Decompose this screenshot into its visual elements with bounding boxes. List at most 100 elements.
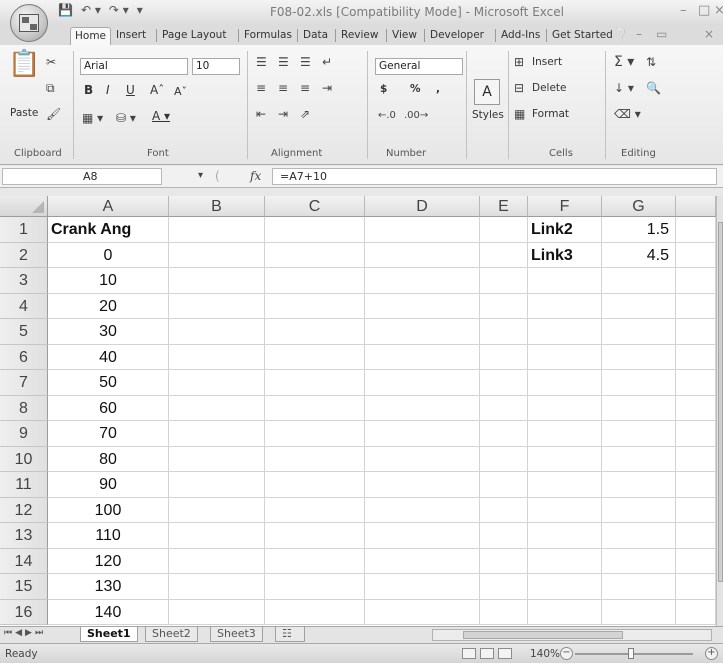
cell-h16[interactable] [676, 599, 716, 625]
zoom-level[interactable]: 140% [530, 648, 560, 660]
tab-review[interactable]: Review [337, 27, 382, 45]
name-box-dropdown-icon[interactable]: ▾ [198, 169, 203, 183]
cell-h13[interactable] [676, 523, 716, 549]
cell-f15[interactable] [528, 574, 602, 600]
redo-icon[interactable]: ↷ ▾ [109, 3, 129, 17]
align-middle-icon[interactable]: ☰ [278, 55, 289, 69]
cell-e12[interactable] [480, 497, 528, 523]
cell-e5[interactable] [480, 319, 528, 345]
cell-f16[interactable] [528, 599, 602, 625]
cell-b13[interactable] [169, 523, 265, 549]
cell-h6[interactable] [676, 344, 716, 370]
cell-a5[interactable]: 30 [48, 319, 169, 345]
cell-h10[interactable] [676, 446, 716, 472]
office-button[interactable] [10, 4, 48, 42]
cell-g15[interactable] [602, 574, 676, 600]
tab-insert[interactable]: Insert [112, 27, 150, 45]
cell-a4[interactable]: 20 [48, 293, 169, 319]
cell-e16[interactable] [480, 599, 528, 625]
decrease-indent-icon[interactable]: ⇤ [256, 107, 266, 121]
row-header[interactable]: 14 [0, 548, 48, 574]
insert-sheet-icon[interactable]: ☷ [275, 627, 305, 642]
row-header[interactable]: 12 [0, 497, 48, 523]
cell-f8[interactable] [528, 395, 602, 421]
row-header[interactable]: 4 [0, 293, 48, 319]
cell-g1[interactable]: 1.5 [602, 217, 676, 243]
cell-f4[interactable] [528, 293, 602, 319]
page-layout-view-button[interactable] [480, 648, 494, 659]
cell-b9[interactable] [169, 421, 265, 447]
cell-h8[interactable] [676, 395, 716, 421]
underline-button[interactable]: U [126, 83, 135, 97]
cell-e1[interactable] [480, 217, 528, 243]
row-header[interactable]: 7 [0, 370, 48, 396]
cell-c15[interactable] [265, 574, 365, 600]
delete-cells-icon[interactable]: ⊟ [514, 81, 524, 95]
minimize-button[interactable]: – [680, 3, 687, 18]
italic-button[interactable]: I [106, 83, 110, 97]
select-all-corner[interactable] [0, 196, 48, 217]
cell-b4[interactable] [169, 293, 265, 319]
cell-d9[interactable] [365, 421, 480, 447]
cell-c6[interactable] [265, 344, 365, 370]
font-size-select[interactable]: 10 [192, 58, 240, 75]
cell-c12[interactable] [265, 497, 365, 523]
cell-g6[interactable] [602, 344, 676, 370]
grow-font-button[interactable]: Aˆ [150, 83, 164, 97]
column-header-f[interactable]: F [528, 196, 602, 217]
align-top-icon[interactable]: ☰ [256, 55, 267, 69]
cell-c1[interactable] [265, 217, 365, 243]
cell-g8[interactable] [602, 395, 676, 421]
cell-d10[interactable] [365, 446, 480, 472]
cell-b6[interactable] [169, 344, 265, 370]
fx-button[interactable]: fx [250, 169, 261, 183]
cell-g10[interactable] [602, 446, 676, 472]
cell-e6[interactable] [480, 344, 528, 370]
cell-g4[interactable] [602, 293, 676, 319]
cell-b16[interactable] [169, 599, 265, 625]
ribbon-minimize-button[interactable]: – [636, 27, 642, 41]
cell-a14[interactable]: 120 [48, 548, 169, 574]
cell-f9[interactable] [528, 421, 602, 447]
cell-c4[interactable] [265, 293, 365, 319]
cell-d11[interactable] [365, 472, 480, 498]
cell-a10[interactable]: 80 [48, 446, 169, 472]
cell-b7[interactable] [169, 370, 265, 396]
cell-c5[interactable] [265, 319, 365, 345]
align-center-icon[interactable]: ≡ [278, 81, 288, 95]
align-bottom-icon[interactable]: ☰ [300, 55, 311, 69]
styles-icon[interactable]: A [474, 79, 500, 105]
row-header[interactable]: 5 [0, 319, 48, 345]
cell-d6[interactable] [365, 344, 480, 370]
cell-f1[interactable]: Link2 [528, 217, 602, 243]
zoom-slider-knob[interactable] [628, 648, 634, 659]
cell-c14[interactable] [265, 548, 365, 574]
delete-cells-button[interactable]: Delete [532, 82, 567, 94]
cell-d14[interactable] [365, 548, 480, 574]
cell-g9[interactable] [602, 421, 676, 447]
cell-h2[interactable] [676, 242, 716, 268]
cell-g14[interactable] [602, 548, 676, 574]
column-header-a[interactable]: A [48, 196, 169, 217]
cell-e10[interactable] [480, 446, 528, 472]
cell-b1[interactable] [169, 217, 265, 243]
column-header-c[interactable]: C [265, 196, 365, 217]
tab-view[interactable]: View [388, 27, 421, 45]
name-box[interactable]: A8 [2, 168, 162, 185]
tab-add-ins[interactable]: Add-Ins [497, 27, 544, 45]
align-left-icon[interactable]: ≡ [256, 81, 266, 95]
cell-d13[interactable] [365, 523, 480, 549]
tab-home[interactable]: Home [70, 27, 112, 45]
cell-f3[interactable] [528, 268, 602, 294]
maximize-button[interactable]: □ [698, 3, 710, 18]
cell-g7[interactable] [602, 370, 676, 396]
cell-h1[interactable] [676, 217, 716, 243]
cell-b12[interactable] [169, 497, 265, 523]
format-cells-icon[interactable]: ▦ [514, 107, 525, 121]
cell-h15[interactable] [676, 574, 716, 600]
cell-c3[interactable] [265, 268, 365, 294]
cell-h4[interactable] [676, 293, 716, 319]
column-header-d[interactable]: D [365, 196, 480, 217]
shrink-font-button[interactable]: Aˇ [174, 85, 187, 98]
column-header-h[interactable] [676, 196, 716, 217]
